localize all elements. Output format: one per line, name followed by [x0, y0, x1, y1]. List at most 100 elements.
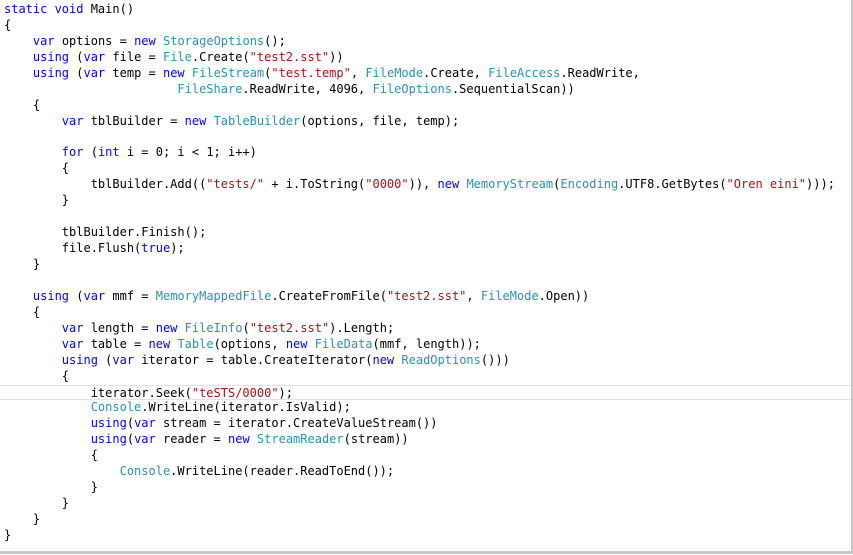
- code-line[interactable]: FileShare.ReadWrite, 4096, FileOptions.S…: [4, 82, 851, 98]
- code-line[interactable]: }: [4, 480, 851, 496]
- code-text: reader =: [155, 432, 228, 447]
- code-line[interactable]: using(var stream = iterator.CreateValueS…: [4, 416, 851, 432]
- code-line[interactable]: using (var mmf = MemoryMappedFile.Create…: [4, 289, 851, 305]
- code-line[interactable]: using (var file = File.Create("test2.sst…: [4, 50, 851, 66]
- code-text: {: [4, 161, 70, 176]
- code-type-name: FileInfo: [184, 320, 243, 335]
- code-keyword: new: [228, 432, 250, 447]
- code-text: (mmf, length));: [372, 336, 481, 351]
- code-line[interactable]: }: [4, 512, 851, 528]
- code-keyword: var: [61, 336, 84, 351]
- code-text: ).Length;: [329, 320, 395, 335]
- code-keyword: var: [134, 432, 156, 447]
- code-text: tblBuilder.Finish();: [4, 225, 207, 240]
- code-line[interactable]: }: [4, 193, 851, 209]
- code-keyword: new: [148, 336, 171, 351]
- code-keyword: new: [162, 65, 185, 80]
- code-line[interactable]: [4, 130, 851, 146]
- code-line[interactable]: [4, 273, 851, 289]
- code-text: }: [4, 512, 41, 526]
- code-text: temp =: [105, 65, 163, 80]
- code-type-name: FileOptions: [372, 81, 452, 96]
- code-text: tblBuilder.Add((: [4, 177, 207, 192]
- code-line[interactable]: file.Flush(true);: [4, 241, 851, 257]
- code-line[interactable]: }: [4, 496, 851, 512]
- code-line[interactable]: var tblBuilder = new TableBuilder(option…: [4, 114, 851, 130]
- code-type-name: Console: [119, 464, 171, 479]
- code-text: (stream)): [343, 432, 409, 447]
- code-keyword: new: [437, 177, 460, 192]
- code-editor[interactable]: static void Main(){ var options = new St…: [0, 0, 853, 554]
- code-line[interactable]: tblBuilder.Finish();: [4, 225, 851, 241]
- code-text: .ReadWrite,: [560, 65, 640, 80]
- code-text: length =: [83, 320, 156, 335]
- code-line[interactable]: Console.WriteLine(reader.ReadToEnd());: [4, 464, 851, 480]
- code-keyword: new: [134, 33, 156, 48]
- code-type-name: StreamReader: [256, 432, 344, 447]
- code-keyword: new: [155, 320, 178, 335]
- code-line[interactable]: [4, 209, 851, 225]
- code-line[interactable]: for (int i = 0; i < 1; i++): [4, 145, 851, 161]
- code-text: (: [69, 49, 84, 64]
- code-text: ())): [480, 352, 510, 367]
- code-keyword: var: [83, 49, 106, 64]
- code-string-literal: "tests/": [206, 177, 265, 192]
- code-line[interactable]: var options = new StorageOptions();: [4, 34, 851, 50]
- code-line[interactable]: static void Main(): [4, 2, 851, 18]
- code-text: {: [4, 17, 12, 32]
- code-string-literal: "test.temp": [271, 65, 351, 80]
- code-type-name: MemoryStream: [466, 177, 554, 192]
- code-type-name: FileShare: [177, 81, 243, 96]
- code-line[interactable]: tblBuilder.Add(("tests/" + i.ToString("0…: [4, 177, 851, 193]
- code-line[interactable]: using (var temp = new FileStream("test.t…: [4, 66, 851, 82]
- code-type-name: ReadOptions: [401, 352, 481, 367]
- code-text: )): [329, 49, 344, 64]
- code-line[interactable]: Console.WriteLine(iterator.IsValid);: [4, 400, 851, 416]
- code-text: options =: [54, 33, 135, 48]
- code-keyword: var: [134, 416, 156, 431]
- code-keyword: using: [90, 432, 127, 447]
- code-line[interactable]: {: [4, 18, 851, 34]
- code-keyword: using: [32, 288, 70, 303]
- code-text: (: [69, 65, 84, 80]
- code-keyword: for: [61, 145, 84, 160]
- code-text: (: [242, 320, 250, 335]
- code-line[interactable]: var length = new FileInfo("test2.sst").L…: [4, 321, 851, 337]
- code-text: .ReadWrite, 4096,: [242, 81, 373, 96]
- code-line[interactable]: }: [4, 257, 851, 273]
- code-line[interactable]: {: [4, 448, 851, 464]
- code-line[interactable]: }: [4, 528, 851, 544]
- code-line[interactable]: {: [4, 98, 851, 114]
- code-text: iterator.Seek(: [4, 385, 192, 400]
- code-keyword: var: [83, 65, 106, 80]
- code-line[interactable]: var table = new Table(options, new FileD…: [4, 337, 851, 353]
- code-keyword: int: [97, 145, 120, 160]
- code-line[interactable]: {: [4, 305, 851, 321]
- code-type-name: File: [162, 49, 192, 64]
- code-line[interactable]: using(var reader = new StreamReader(stre…: [4, 432, 851, 448]
- code-line[interactable]: {: [4, 161, 851, 177]
- code-text: .Open)): [538, 288, 590, 303]
- code-text: (options,: [213, 336, 286, 351]
- code-keyword: using: [32, 49, 70, 64]
- code-text: .CreateFromFile(: [271, 288, 387, 303]
- code-line-current[interactable]: iterator.Seek("teSTS/0000");: [0, 384, 851, 401]
- code-line[interactable]: using (var iterator = table.CreateIterat…: [4, 353, 851, 369]
- code-text: + i.ToString(: [264, 177, 366, 192]
- code-text: file.Flush(: [4, 241, 142, 256]
- code-type-name: FileMode: [365, 65, 424, 80]
- code-type-name: Encoding: [560, 177, 619, 192]
- code-text: ,: [466, 288, 481, 303]
- code-line[interactable]: {: [4, 369, 851, 385]
- code-area[interactable]: static void Main(){ var options = new St…: [0, 2, 851, 544]
